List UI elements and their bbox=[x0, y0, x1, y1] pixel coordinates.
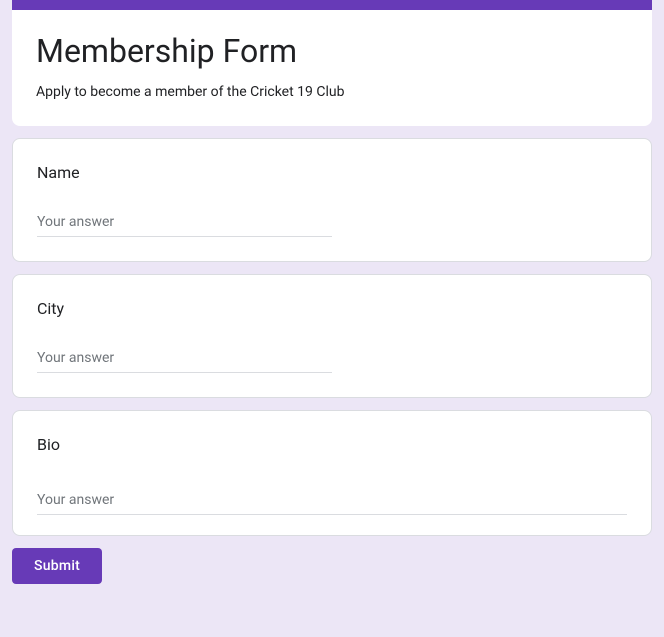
bio-input[interactable] bbox=[37, 488, 627, 515]
question-label-name: Name bbox=[37, 163, 627, 182]
question-label-bio: Bio bbox=[37, 435, 627, 454]
city-input[interactable] bbox=[37, 346, 332, 373]
name-input[interactable] bbox=[37, 210, 332, 237]
question-card-bio: Bio bbox=[12, 410, 652, 536]
question-label-city: City bbox=[37, 299, 627, 318]
submit-button[interactable]: Submit bbox=[12, 548, 102, 584]
form-header-card: Membership Form Apply to become a member… bbox=[12, 0, 652, 126]
form-description: Apply to become a member of the Cricket … bbox=[36, 82, 628, 102]
form-title: Membership Form bbox=[36, 32, 628, 70]
question-card-city: City bbox=[12, 274, 652, 398]
question-card-name: Name bbox=[12, 138, 652, 262]
